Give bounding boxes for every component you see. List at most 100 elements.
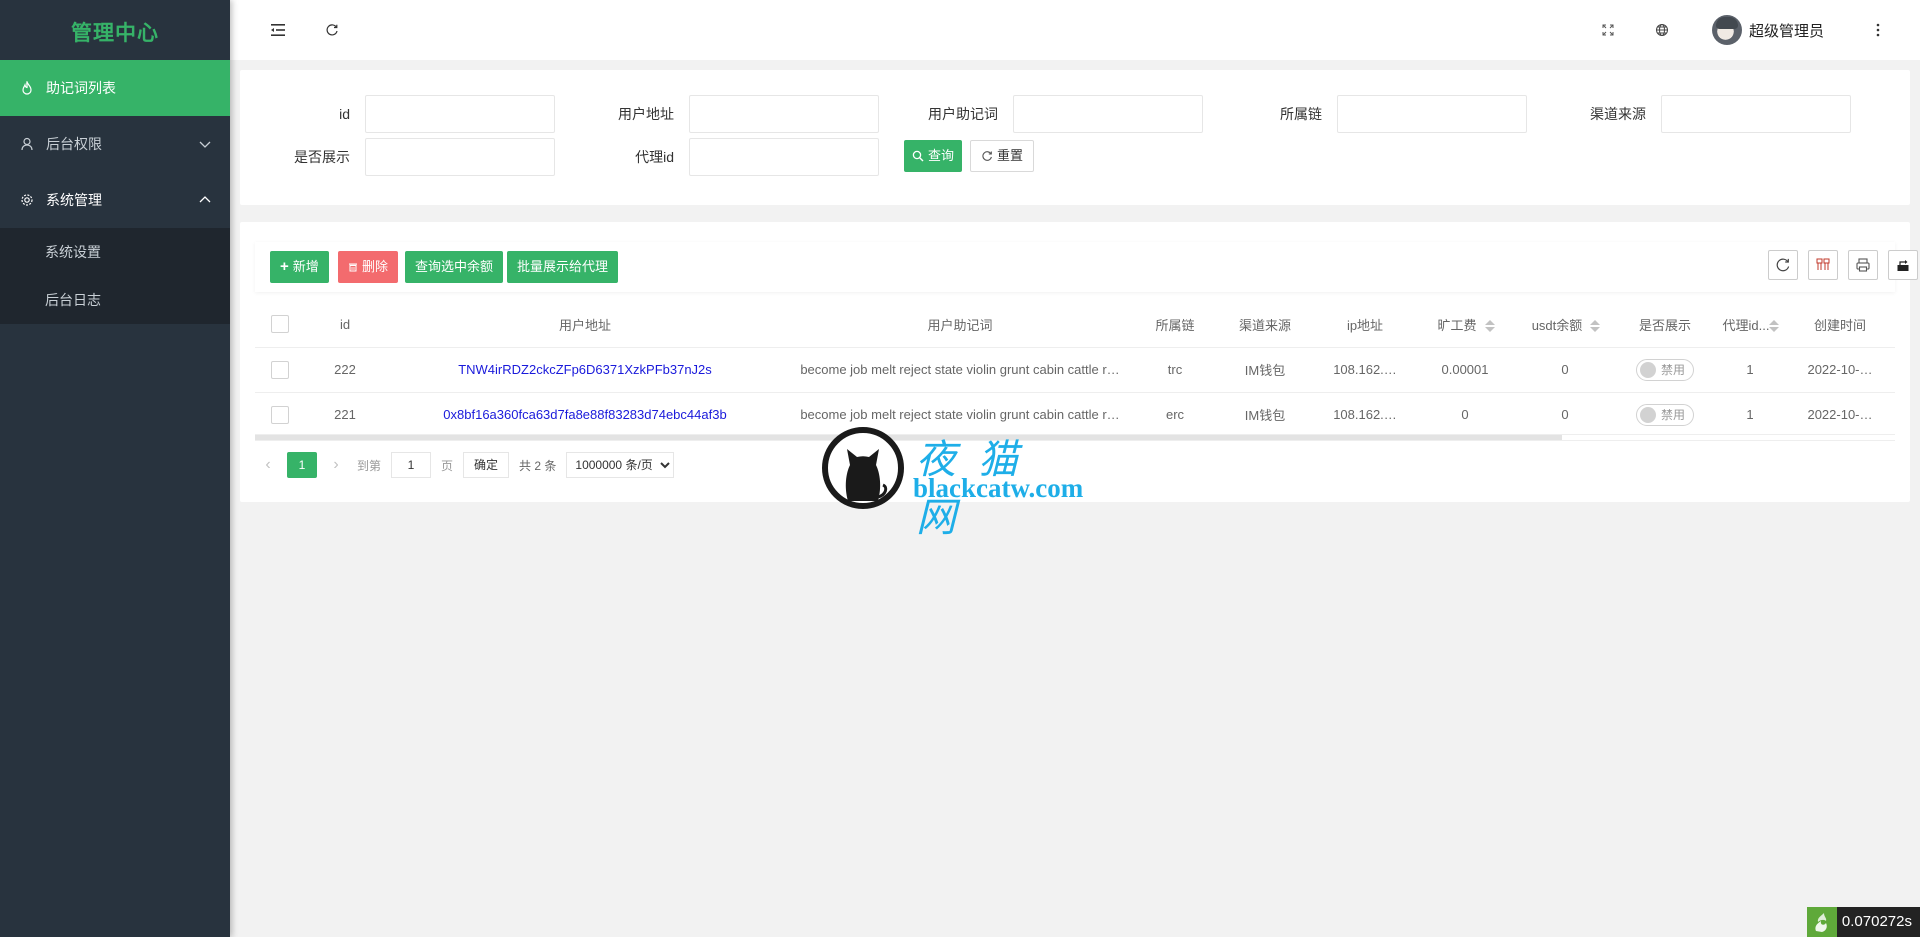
- user-icon: [20, 137, 34, 151]
- query-selected-balance-button[interactable]: 查询选中余额: [405, 251, 504, 283]
- is-shown-input[interactable]: [365, 138, 555, 176]
- cell-created-time: 2022-10-…: [1785, 347, 1895, 393]
- refresh-icon: [981, 150, 993, 162]
- goto-label: 到第: [357, 458, 382, 473]
- top-header: 超级管理员: [230, 0, 1920, 60]
- horizontal-scrollbar[interactable]: [255, 434, 1895, 441]
- header-select-all: [255, 302, 305, 348]
- timing-badge[interactable]: 0.070272s: [1806, 907, 1920, 937]
- show-toggle[interactable]: 禁用: [1635, 403, 1694, 426]
- cell-channel-source: IM钱包: [1215, 347, 1315, 393]
- column-header-miner-fee[interactable]: 旷工费: [1415, 302, 1515, 348]
- cell-usdt-balance: 0: [1515, 392, 1615, 438]
- user-name: 超级管理员: [1749, 22, 1825, 40]
- sidebar-item-admin-logs[interactable]: 后台日志: [0, 276, 230, 324]
- cell-channel-source: IM钱包: [1215, 392, 1315, 438]
- prev-page-icon[interactable]: ‹: [255, 452, 281, 478]
- agent-id-input[interactable]: [689, 138, 879, 176]
- mnemonic-input[interactable]: [1013, 95, 1203, 133]
- goto-confirm-button[interactable]: 确定: [463, 452, 510, 478]
- page-size-select[interactable]: 1000000 条/页: [566, 452, 675, 478]
- column-header-user-address: 用户地址: [385, 302, 785, 348]
- scrollbar-thumb[interactable]: [255, 435, 1562, 440]
- cell-agent-id: 1: [1715, 392, 1785, 438]
- columns-icon[interactable]: [1808, 250, 1838, 280]
- sort-icon[interactable]: [1769, 320, 1780, 333]
- delete-button[interactable]: 删除: [338, 251, 399, 283]
- column-header-usdt-balance[interactable]: usdt余额: [1515, 302, 1615, 348]
- menu-fold-icon[interactable]: [266, 18, 290, 42]
- table-row[interactable]: 221 0x8bf16a360fca63d7fa8e88f83283d74ebc…: [255, 392, 1895, 438]
- submenu-system-management: 系统设置 后台日志: [0, 228, 230, 324]
- field-label-mnemonic: 用户助记词: [928, 106, 998, 122]
- sort-icon[interactable]: [1590, 320, 1601, 333]
- page-number-current[interactable]: 1: [287, 452, 317, 478]
- add-button[interactable]: + 新增: [270, 251, 329, 283]
- cell-miner-fee: 0: [1415, 392, 1515, 438]
- id-input[interactable]: [365, 95, 555, 133]
- export-icon[interactable]: [1888, 250, 1918, 280]
- channel-source-input[interactable]: [1661, 95, 1851, 133]
- field-label-is-shown: 是否展示: [294, 149, 350, 165]
- show-toggle[interactable]: 禁用: [1635, 358, 1694, 381]
- goto-page-input[interactable]: [391, 452, 432, 478]
- field-label-user-address: 用户地址: [618, 106, 674, 122]
- table-row[interactable]: 222 TNW4irRDZ2ckcZFp6D6371XzkPFb37nJ2s b…: [255, 347, 1895, 393]
- search-icon: [912, 150, 924, 162]
- mnemonic-table: id 用户地址 用户助记词 所属链 渠道来源 ip地址 旷工费 usdt余额 是…: [255, 302, 1895, 438]
- cell-is-shown: 禁用: [1615, 347, 1715, 393]
- field-label-chain: 所属链: [1280, 106, 1322, 122]
- sidebar-item-system-management[interactable]: 系统管理: [0, 172, 230, 228]
- sidebar-item-label: 系统管理: [46, 192, 102, 208]
- cell-user-address[interactable]: 0x8bf16a360fca63d7fa8e88f83283d74ebc44af…: [385, 392, 785, 438]
- fire-icon: [20, 81, 34, 95]
- cell-chain: trc: [1135, 347, 1215, 393]
- cell-ip: 108.162.…: [1315, 347, 1415, 393]
- sidebar-item-mnemonic-list[interactable]: 助记词列表: [0, 60, 230, 116]
- sidebar-item-system-settings[interactable]: 系统设置: [0, 228, 230, 276]
- reset-button[interactable]: 重置: [970, 140, 1035, 172]
- user-address-input[interactable]: [689, 95, 879, 133]
- cell-created-time: 2022-10-…: [1785, 392, 1895, 438]
- chevron-down-icon: [198, 137, 212, 151]
- field-label-agent-id: 代理id: [635, 149, 674, 165]
- page-unit-label: 页: [441, 458, 454, 473]
- execution-time: 0.070272s: [1836, 907, 1920, 937]
- avatar: [1712, 15, 1742, 45]
- refresh-icon[interactable]: [1768, 250, 1798, 280]
- cell-id: 222: [305, 347, 385, 393]
- cell-mnemonic: become job melt reject state violin grun…: [785, 347, 1135, 393]
- column-header-chain: 所属链: [1135, 302, 1215, 348]
- row-checkbox[interactable]: [271, 360, 289, 379]
- row-checkbox[interactable]: [271, 405, 289, 424]
- print-icon[interactable]: [1848, 250, 1878, 280]
- sidebar: 管理中心 助记词列表 后台权限 系统管理 系统设置 后台日志: [0, 0, 230, 937]
- chain-input[interactable]: [1337, 95, 1527, 133]
- sort-icon[interactable]: [1484, 320, 1495, 333]
- sidebar-item-label: 后台权限: [46, 136, 102, 152]
- column-header-created-time: 创建时间: [1785, 302, 1895, 348]
- sidebar-item-admin-permissions[interactable]: 后台权限: [0, 116, 230, 172]
- toggle-knob: [1639, 406, 1656, 423]
- refresh-icon[interactable]: [320, 18, 344, 42]
- fullscreen-icon[interactable]: [1596, 18, 1620, 42]
- search-form: id 用户地址 用户助记词 所属链 渠道来源 是否展示 代理id 查询 重置: [240, 70, 1910, 205]
- more-icon[interactable]: [1866, 18, 1890, 42]
- table-toolbar: + 新增 删除 查询选中余额 批量展示给代理: [255, 242, 1918, 292]
- cell-chain: erc: [1135, 392, 1215, 438]
- column-header-agent-id[interactable]: 代理id...: [1715, 302, 1785, 348]
- column-header-is-shown: 是否展示: [1615, 302, 1715, 348]
- select-all-checkbox[interactable]: [271, 315, 289, 334]
- query-button[interactable]: 查询: [904, 140, 963, 172]
- column-header-channel-source: 渠道来源: [1215, 302, 1315, 348]
- cell-mnemonic: become job melt reject state violin grun…: [785, 392, 1135, 438]
- user-menu[interactable]: 超级管理员: [1712, 15, 1824, 45]
- cell-agent-id: 1: [1715, 347, 1785, 393]
- chevron-up-icon: [198, 193, 212, 207]
- next-page-icon[interactable]: ›: [323, 452, 349, 478]
- data-table-card: + 新增 删除 查询选中余额 批量展示给代理 id 用户地址 用户助记词 所属链…: [240, 222, 1918, 502]
- cell-ip: 108.162.…: [1315, 392, 1415, 438]
- globe-icon[interactable]: [1650, 18, 1674, 42]
- cell-user-address[interactable]: TNW4irRDZ2ckcZFp6D6371XzkPFb37nJ2s: [385, 347, 785, 393]
- batch-show-to-agent-button[interactable]: 批量展示给代理: [507, 251, 619, 283]
